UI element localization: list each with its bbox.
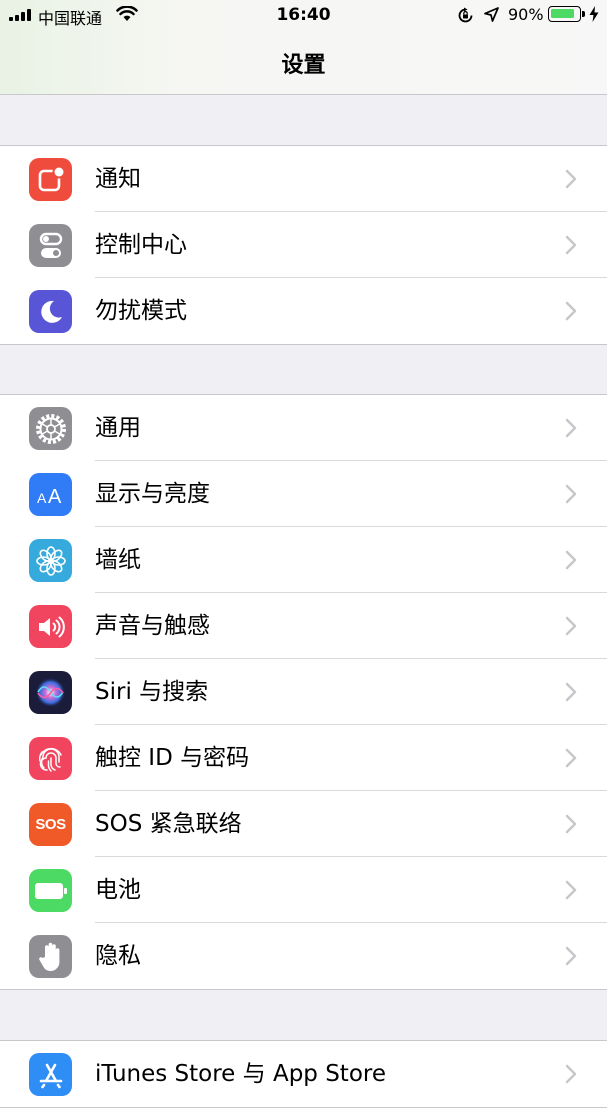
moon-icon [29, 290, 72, 333]
gear-icon [29, 407, 72, 450]
settings-row-itunes-app-store[interactable]: iTunes Store 与 App Store [0, 1041, 607, 1107]
settings-row-do-not-disturb[interactable]: 勿扰模式 [0, 278, 607, 344]
chevron-right-icon [565, 235, 577, 255]
settings-row-label: 墙纸 [95, 547, 141, 573]
settings-row-label: 控制中心 [95, 232, 187, 258]
chevron-right-icon [565, 484, 577, 504]
chevron-right-icon [565, 1064, 577, 1084]
chevron-right-icon [565, 748, 577, 768]
orientation-lock-icon [458, 7, 473, 23]
settings-row-display-brightness[interactable]: A A 显示与亮度 [0, 461, 607, 527]
wallpaper-flower-icon [29, 539, 72, 582]
settings-row-siri-search[interactable]: Siri 与搜索 [0, 659, 607, 725]
display-brightness-icon: A A [29, 473, 72, 516]
status-bar: 中国联通 16:40 90% [0, 0, 607, 30]
settings-row-label: Siri 与搜索 [95, 679, 209, 705]
svg-text:A: A [48, 486, 62, 507]
battery-percent: 90% [508, 5, 544, 24]
settings-group-2: 通用 A A 显示与亮度 墙纸 声音与触感 Siri 与搜索 触控 ID 与密码… [0, 394, 607, 990]
settings-row-general[interactable]: 通用 [0, 395, 607, 461]
settings-row-notifications[interactable]: 通知 [0, 146, 607, 212]
chevron-right-icon [565, 682, 577, 702]
chevron-right-icon [565, 946, 577, 966]
chevron-right-icon [565, 301, 577, 321]
sos-icon: SOS [29, 803, 72, 846]
settings-row-battery[interactable]: 电池 [0, 857, 607, 923]
settings-row-touch-id-passcode[interactable]: 触控 ID 与密码 [0, 725, 607, 791]
settings-row-label: SOS 紧急联络 [95, 811, 242, 837]
siri-icon [29, 671, 72, 714]
settings-row-label: 电池 [95, 877, 141, 903]
hand-icon [29, 935, 72, 978]
charging-bolt-icon [589, 6, 599, 22]
settings-row-wallpaper[interactable]: 墙纸 [0, 527, 607, 593]
battery-fill [551, 9, 575, 18]
battery-level-icon [548, 6, 585, 22]
settings-row-sounds-haptics[interactable]: 声音与触感 [0, 593, 607, 659]
settings-row-label: 隐私 [95, 943, 141, 969]
svg-text:A: A [37, 490, 47, 506]
chevron-right-icon [565, 814, 577, 834]
battery-icon [29, 869, 72, 912]
fingerprint-icon [29, 737, 72, 780]
battery-nub [582, 11, 585, 17]
chevron-right-icon [565, 616, 577, 636]
chevron-right-icon [565, 880, 577, 900]
chevron-right-icon [565, 550, 577, 570]
settings-row-privacy[interactable]: 隐私 [0, 923, 607, 989]
control-center-icon [29, 224, 72, 267]
location-arrow-icon [484, 7, 499, 22]
settings-row-control-center[interactable]: 控制中心 [0, 212, 607, 278]
app-store-icon [29, 1053, 72, 1096]
settings-group-3: iTunes Store 与 App Store [0, 1040, 607, 1108]
speaker-icon [29, 605, 72, 648]
settings-row-label: 显示与亮度 [95, 481, 210, 507]
chevron-right-icon [565, 418, 577, 438]
navigation-bar: 中国联通 16:40 90% 设置 [0, 0, 607, 95]
sos-icon-text: SOS [35, 816, 66, 833]
settings-row-label: 触控 ID 与密码 [95, 745, 250, 771]
settings-row-label: 通用 [95, 415, 141, 441]
settings-row-label: iTunes Store 与 App Store [95, 1061, 386, 1087]
notifications-icon [29, 158, 72, 201]
chevron-right-icon [565, 169, 577, 189]
settings-row-label: 勿扰模式 [95, 298, 187, 324]
settings-group-1: 通知 控制中心 勿扰模式 [0, 145, 607, 345]
settings-row-label: 声音与触感 [95, 613, 210, 639]
settings-row-label: 通知 [95, 166, 141, 192]
settings-row-emergency-sos[interactable]: SOS SOS 紧急联络 [0, 791, 607, 857]
page-title: 设置 [281, 53, 326, 78]
